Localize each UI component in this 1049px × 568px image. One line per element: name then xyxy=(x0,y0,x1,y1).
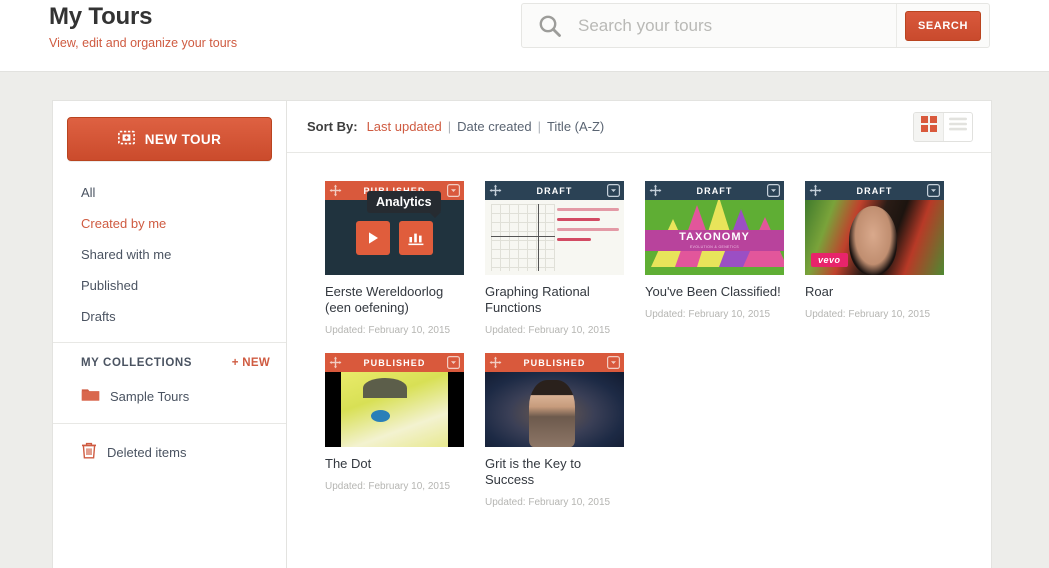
tour-card[interactable]: PUBLISHED Grit is the Key to Success Upd… xyxy=(485,353,624,508)
thumbnail-text: vevo xyxy=(811,253,848,267)
new-tour-label: NEW TOUR xyxy=(144,131,222,147)
tour-thumbnail xyxy=(485,200,624,275)
search-input[interactable] xyxy=(578,4,896,47)
trash-icon xyxy=(81,442,97,462)
tour-thumbnail xyxy=(325,372,464,447)
sort-separator: | xyxy=(537,119,541,134)
collection-item-sample-tours[interactable]: Sample Tours xyxy=(53,379,286,423)
search-bar: SEARCH xyxy=(521,3,990,48)
tour-thumbnail: TAXONOMY EVOLUTION & GENETICS xyxy=(645,200,784,275)
content-panel: Sort By: Last updated | Date created | T… xyxy=(287,100,992,568)
tour-card-header: PUBLISHED xyxy=(485,353,624,372)
new-tour-button[interactable]: NEW TOUR xyxy=(67,117,272,161)
tour-updated: Updated: February 10, 2015 xyxy=(485,497,611,508)
sort-toolbar: Sort By: Last updated | Date created | T… xyxy=(287,101,991,153)
sort-option-title-az[interactable]: Title (A-Z) xyxy=(547,119,604,134)
tour-grid: PUBLISHED xyxy=(287,153,991,508)
analytics-icon[interactable] xyxy=(399,220,433,255)
play-icon[interactable] xyxy=(356,220,390,255)
tour-card-header: PUBLISHED xyxy=(325,353,464,372)
tour-card-header: DRAFT xyxy=(645,181,784,200)
sort-by-label: Sort By: xyxy=(307,119,358,134)
add-slide-icon xyxy=(117,129,135,149)
tour-title[interactable]: Graphing Rational Functions xyxy=(485,284,624,316)
tour-card[interactable]: PUBLISHED xyxy=(325,353,464,508)
sidebar-item-shared-with-me[interactable]: Shared with me xyxy=(53,239,286,270)
sidebar: NEW TOUR All Created by me Shared with m… xyxy=(52,100,287,568)
deleted-items-button[interactable]: Deleted items xyxy=(53,423,286,480)
tour-thumbnail-wrap[interactable]: PUBLISHED xyxy=(325,181,464,275)
tour-title[interactable]: Eerste Wereldoorlog (een oefening) xyxy=(325,284,464,316)
tour-thumbnail-wrap[interactable]: PUBLISHED xyxy=(325,353,464,447)
tour-thumbnail-wrap[interactable]: DRAFT xyxy=(485,181,624,275)
folder-icon xyxy=(81,387,100,405)
tour-updated: Updated: February 10, 2015 xyxy=(325,481,451,492)
sidebar-item-created-by-me[interactable]: Created by me xyxy=(53,208,286,239)
tour-title[interactable]: Roar xyxy=(805,284,944,300)
tour-card[interactable]: DRAFT xyxy=(485,181,624,336)
list-view-button[interactable] xyxy=(943,112,972,141)
tour-title[interactable]: The Dot xyxy=(325,456,464,472)
grid-view-button[interactable] xyxy=(914,112,943,141)
tour-card[interactable]: PUBLISHED xyxy=(325,181,464,336)
sort-option-last-updated[interactable]: Last updated xyxy=(367,119,442,134)
analytics-tooltip: Analytics xyxy=(367,191,441,218)
tour-updated: Updated: February 10, 2015 xyxy=(325,325,451,336)
tour-thumbnail-wrap[interactable]: DRAFT xyxy=(645,181,784,275)
tour-status-badge: DRAFT xyxy=(536,185,573,196)
sidebar-item-published[interactable]: Published xyxy=(53,270,286,301)
tour-title[interactable]: You've Been Classified! xyxy=(645,284,784,300)
tour-status-badge: PUBLISHED xyxy=(523,357,586,368)
tour-card-header: DRAFT xyxy=(805,181,944,200)
tour-updated: Updated: February 10, 2015 xyxy=(645,309,771,320)
app-header: My Tours View, edit and organize your to… xyxy=(0,0,1049,72)
search-button[interactable]: SEARCH xyxy=(904,10,981,41)
tour-updated: Updated: February 10, 2015 xyxy=(805,309,931,320)
search-divider xyxy=(895,4,897,47)
grid-icon xyxy=(920,116,937,137)
tour-updated: Updated: February 10, 2015 xyxy=(485,325,611,336)
brand: My Tours View, edit and organize your to… xyxy=(49,3,237,51)
tour-thumbnail: vevo xyxy=(805,200,944,275)
tour-card[interactable]: DRAFT xyxy=(645,181,784,336)
list-icon xyxy=(949,117,967,136)
tour-thumbnail xyxy=(485,372,624,447)
thumbnail-text: TAXONOMY EVOLUTION & GENETICS xyxy=(645,230,784,251)
tour-card[interactable]: DRAFT vevo Roar Updated: February 10, 20… xyxy=(805,181,944,336)
collection-item-label: Sample Tours xyxy=(110,388,190,404)
tour-status-badge: PUBLISHED xyxy=(363,357,426,368)
sort-option-date-created[interactable]: Date created xyxy=(457,119,531,134)
collections-header: MY COLLECTIONS + NEW xyxy=(53,342,286,379)
view-toggle xyxy=(913,111,973,142)
tour-status-badge: DRAFT xyxy=(856,185,893,196)
collections-title: MY COLLECTIONS xyxy=(81,357,193,369)
new-collection-button[interactable]: + NEW xyxy=(232,357,270,369)
sidebar-item-all[interactable]: All xyxy=(53,177,286,208)
page-body: NEW TOUR All Created by me Shared with m… xyxy=(0,72,1049,568)
sidebar-item-drafts[interactable]: Drafts xyxy=(53,301,286,332)
search-icon xyxy=(522,13,578,39)
sidebar-nav: All Created by me Shared with me Publish… xyxy=(53,171,286,342)
tour-title[interactable]: Grit is the Key to Success xyxy=(485,456,624,488)
tour-thumbnail-wrap[interactable]: DRAFT vevo xyxy=(805,181,944,275)
tour-thumbnail-wrap[interactable]: PUBLISHED xyxy=(485,353,624,447)
deleted-items-label: Deleted items xyxy=(107,444,187,460)
page-subtitle: View, edit and organize your tours xyxy=(49,36,238,50)
tour-status-badge: DRAFT xyxy=(696,185,733,196)
page-title: My Tours xyxy=(49,3,153,30)
sort-separator: | xyxy=(447,119,452,134)
tour-card-header: DRAFT xyxy=(485,181,624,200)
